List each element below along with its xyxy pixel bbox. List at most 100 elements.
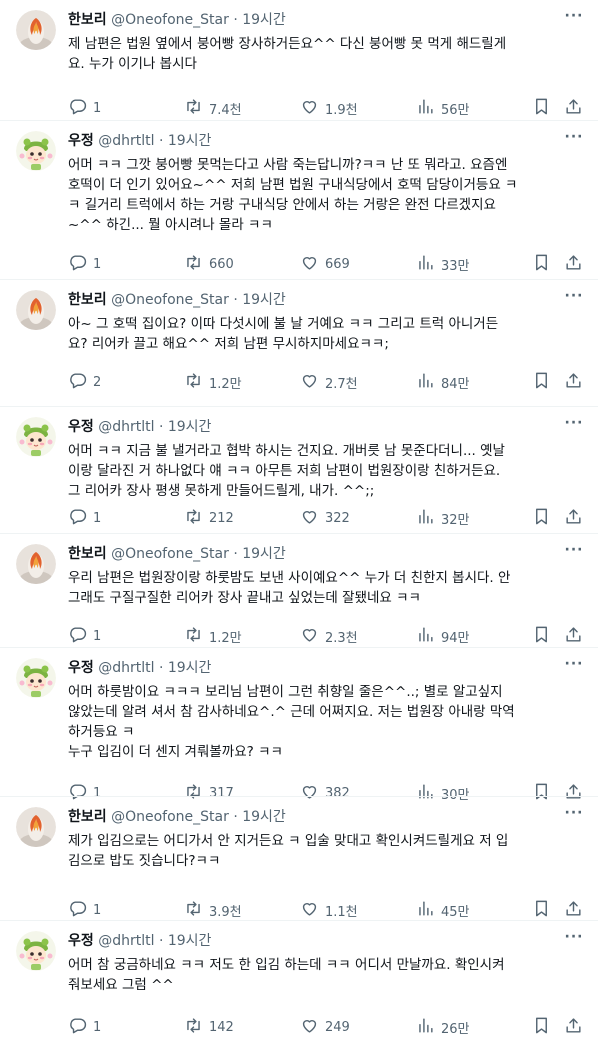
views-count: 33만 [441, 258, 470, 274]
retweet-button[interactable]: 142 [184, 1015, 234, 1039]
avatar[interactable] [16, 807, 56, 847]
retweet-button[interactable]: 660 [184, 252, 234, 276]
reply-button[interactable]: 1 [68, 96, 101, 120]
more-icon[interactable]: ··· [562, 543, 586, 564]
reply-button[interactable]: 1 [68, 252, 101, 276]
like-button[interactable]: 1.1천 [300, 898, 358, 922]
user-handle[interactable]: @dhrtltl [98, 933, 154, 949]
share-button[interactable] [564, 506, 583, 530]
user-handle[interactable]: @Oneofone_Star [111, 12, 229, 28]
tweet[interactable]: 한보리 @Oneofone_Star · 19시간 ··· 제가 입김으로는 어… [0, 797, 598, 921]
display-name[interactable]: 한보리 [68, 12, 107, 28]
display-name[interactable]: 우정 [68, 660, 94, 676]
more-icon[interactable]: ··· [562, 9, 586, 30]
avatar[interactable] [16, 417, 56, 457]
reply-button[interactable]: 1 [68, 898, 101, 922]
views-button[interactable]: 32만 [416, 506, 470, 530]
retweet-button[interactable]: 1.2만 [184, 624, 242, 648]
views-icon [416, 899, 435, 922]
like-button[interactable]: 2.3천 [300, 624, 358, 648]
more-icon[interactable]: ··· [562, 930, 586, 951]
avatar[interactable] [16, 931, 56, 971]
user-handle[interactable]: @Oneofone_Star [111, 546, 229, 562]
like-button[interactable]: 1.9천 [300, 96, 358, 120]
timestamp[interactable]: 19시간 [168, 933, 212, 949]
avatar[interactable] [16, 10, 56, 50]
views-button[interactable]: 56만 [416, 96, 470, 120]
share-button[interactable] [564, 1015, 583, 1039]
tweet[interactable]: 우정 @dhrtltl · 19시간 ··· 어머 하룻밤이요 ㅋㅋㅋ 보리님 … [0, 648, 598, 803]
reply-button[interactable]: 1 [68, 506, 101, 530]
timestamp[interactable]: 19시간 [168, 660, 212, 676]
bookmark-button[interactable] [532, 1015, 551, 1039]
bookmark-button[interactable] [532, 624, 551, 648]
timestamp[interactable]: 19시간 [242, 809, 286, 825]
like-button[interactable]: 322 [300, 506, 350, 530]
display-name[interactable]: 우정 [68, 933, 94, 949]
reply-button[interactable]: 1 [68, 624, 101, 648]
bookmark-icon [532, 507, 551, 530]
retweet-button[interactable]: 1.2만 [184, 370, 242, 394]
like-count: 2.3천 [325, 630, 358, 646]
heart-icon [300, 507, 319, 530]
bookmark-button[interactable] [532, 370, 551, 394]
reply-button[interactable]: 2 [68, 370, 101, 394]
share-button[interactable] [564, 624, 583, 648]
tweet[interactable]: 우정 @dhrtltl · 19시간 ··· 어머 참 궁금하네요 ㅋㅋ 저도 … [0, 921, 598, 1047]
display-name[interactable]: 한보리 [68, 809, 107, 825]
retweet-button[interactable]: 212 [184, 506, 234, 530]
timestamp[interactable]: 19시간 [168, 133, 212, 149]
timestamp[interactable]: 19시간 [242, 292, 286, 308]
share-button[interactable] [564, 96, 583, 120]
more-icon[interactable]: ··· [562, 416, 586, 437]
tweet[interactable]: 한보리 @Oneofone_Star · 19시간 ··· 우리 남편은 법원장… [0, 534, 598, 648]
timestamp[interactable]: 19시간 [242, 12, 286, 28]
display-name[interactable]: 한보리 [68, 546, 107, 562]
retweet-button[interactable]: 7.4천 [184, 96, 242, 120]
tweet[interactable]: 우정 @dhrtltl · 19시간 ··· 어머 ㅋㅋ 그깟 붕어빵 못먹는다… [0, 121, 598, 280]
avatar[interactable] [16, 290, 56, 330]
bookmark-button[interactable] [532, 252, 551, 276]
user-handle[interactable]: @Oneofone_Star [111, 809, 229, 825]
heart-icon [300, 625, 319, 648]
like-button[interactable]: 2.7천 [300, 370, 358, 394]
display-name[interactable]: 우정 [68, 133, 94, 149]
bookmark-button[interactable] [532, 96, 551, 120]
display-name[interactable]: 우정 [68, 419, 94, 435]
avatar[interactable] [16, 544, 56, 584]
share-icon [564, 625, 583, 648]
user-handle[interactable]: @dhrtltl [98, 660, 154, 676]
tweet[interactable]: 우정 @dhrtltl · 19시간 ··· 어머 ㅋㅋ 지금 불 낼거라고 협… [0, 407, 598, 534]
views-button[interactable]: 26만 [416, 1015, 470, 1039]
more-icon[interactable]: ··· [562, 806, 586, 827]
avatar[interactable] [16, 131, 56, 171]
share-button[interactable] [564, 898, 583, 922]
more-icon[interactable]: ··· [562, 130, 586, 151]
reply-button[interactable]: 1 [68, 1015, 101, 1039]
share-button[interactable] [564, 252, 583, 276]
tweet[interactable]: 한보리 @Oneofone_Star · 19시간 ··· 아~ 그 호떡 집이… [0, 280, 598, 407]
bookmark-button[interactable] [532, 898, 551, 922]
like-button[interactable]: 669 [300, 252, 350, 276]
tweet[interactable]: 한보리 @Oneofone_Star · 19시간 ··· 제 남편은 법원 옆… [0, 0, 598, 121]
views-button[interactable]: 94만 [416, 624, 470, 648]
user-handle[interactable]: @dhrtltl [98, 419, 154, 435]
timestamp[interactable]: 19시간 [168, 419, 212, 435]
user-handle[interactable]: @Oneofone_Star [111, 292, 229, 308]
views-icon [416, 253, 435, 276]
retweet-button[interactable]: 3.9천 [184, 898, 242, 922]
timestamp[interactable]: 19시간 [242, 546, 286, 562]
user-handle[interactable]: @dhrtltl [98, 133, 154, 149]
avatar[interactable] [16, 658, 56, 698]
views-button[interactable]: 84만 [416, 370, 470, 394]
display-name[interactable]: 한보리 [68, 292, 107, 308]
more-icon[interactable]: ··· [562, 657, 586, 678]
views-count: 84만 [441, 376, 470, 392]
like-count: 1.9천 [325, 102, 358, 118]
like-button[interactable]: 249 [300, 1015, 350, 1039]
views-button[interactable]: 45만 [416, 898, 470, 922]
bookmark-button[interactable] [532, 506, 551, 530]
views-button[interactable]: 33만 [416, 252, 470, 276]
share-button[interactable] [564, 370, 583, 394]
more-icon[interactable]: ··· [562, 289, 586, 310]
